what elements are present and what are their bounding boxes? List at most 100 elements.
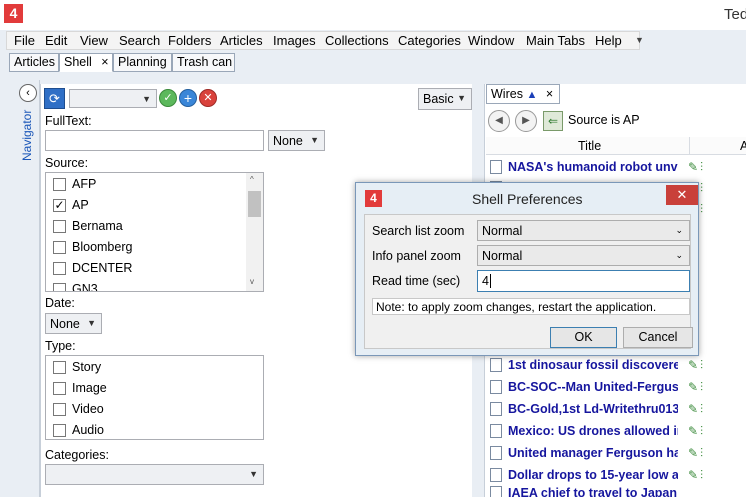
source-list[interactable]: AFP ✓ AP Bernama Bloomberg DCENTER GN3 ^ …: [45, 172, 264, 292]
tab-wires[interactable]: Wires ▲ ×: [486, 84, 560, 104]
table-row[interactable]: 1st dinosaur fossil discovered i ✎⫶: [490, 355, 746, 375]
checkbox[interactable]: [53, 219, 66, 233]
add-search-icon[interactable]: +: [179, 89, 197, 107]
table-row[interactable]: BC-SOC--Man United-Ferguso ✎⫶: [490, 377, 746, 397]
filter-arrow-icon[interactable]: ⇐: [543, 111, 563, 131]
sort-up-icon[interactable]: ▲: [526, 89, 537, 101]
wire-status-icon: ✎⫶: [688, 467, 706, 482]
column-extra[interactable]: A: [740, 139, 746, 153]
cancel-button[interactable]: Cancel: [623, 327, 693, 348]
wire-title: NASA's humanoid robot unveil: [508, 160, 678, 174]
source-scrollbar[interactable]: ^ v: [246, 173, 263, 291]
scroll-thumb[interactable]: [248, 191, 261, 217]
wires-toolbar: ◀ ▶ ⇐ Source is AP: [485, 108, 746, 134]
refresh-icon[interactable]: ⟳: [44, 88, 65, 109]
dialog-title: Shell Preferences: [472, 191, 583, 207]
document-icon: [490, 402, 502, 416]
scroll-up-icon[interactable]: ^: [250, 175, 254, 184]
menu-folders[interactable]: Folders: [168, 33, 211, 48]
navigator-label[interactable]: Navigator: [20, 110, 34, 170]
wires-filter-text: Source is AP: [568, 113, 640, 127]
navigator-label-text: Navigator: [20, 110, 34, 162]
list-item[interactable]: Bernama: [53, 217, 123, 235]
list-item[interactable]: Bloomberg: [53, 238, 132, 256]
list-item[interactable]: Image: [53, 379, 107, 397]
source-name: Bernama: [72, 219, 123, 233]
ok-button[interactable]: OK: [550, 327, 617, 348]
type-list[interactable]: Story Image Video Audio: [45, 355, 264, 440]
list-item[interactable]: ✓ AP: [53, 196, 89, 214]
table-row[interactable]: BC-Gold,1st Ld-Writethru0134 ✎⫶: [490, 399, 746, 419]
table-row[interactable]: Mexico: US drones allowed int ✎⫶: [490, 421, 746, 441]
menu-edit[interactable]: Edit: [45, 33, 67, 48]
checkbox[interactable]: [53, 402, 66, 416]
menu-search[interactable]: Search: [119, 33, 160, 48]
menu-window[interactable]: Window: [468, 33, 514, 48]
checkbox-checked[interactable]: ✓: [53, 198, 66, 212]
shell-preferences-dialog: 4 Shell Preferences ✕ Search list zoom N…: [355, 182, 699, 356]
apply-search-icon[interactable]: ✓: [159, 89, 177, 107]
saved-search-select[interactable]: ▼: [69, 89, 157, 108]
tab-planning-label: Planning: [118, 55, 167, 69]
tab-articles[interactable]: Articles: [9, 53, 59, 72]
list-item[interactable]: GN3: [53, 280, 98, 291]
column-divider[interactable]: [689, 137, 690, 155]
menu-collections[interactable]: Collections: [325, 33, 389, 48]
type-name: Story: [72, 360, 102, 374]
tab-planning[interactable]: Planning: [113, 53, 172, 72]
chevron-down-icon: ▼: [310, 135, 319, 145]
list-item[interactable]: AFP: [53, 175, 96, 193]
tab-wires-close-icon[interactable]: ×: [546, 87, 553, 101]
tab-articles-label: Articles: [14, 55, 55, 69]
menu-view[interactable]: View: [80, 33, 108, 48]
date-value: None: [50, 317, 80, 331]
table-row[interactable]: IAEA chief to travel to Japan: [490, 486, 746, 497]
menu-help[interactable]: Help: [595, 33, 622, 48]
list-item[interactable]: DCENTER: [53, 259, 132, 277]
list-item[interactable]: Audio: [53, 421, 104, 439]
chevron-down-icon: ⌄: [675, 225, 683, 235]
checkbox[interactable]: [53, 282, 66, 291]
info-panel-zoom-select[interactable]: Normal ⌄: [477, 245, 690, 266]
search-mode-select[interactable]: Basic ▼: [418, 88, 472, 110]
fulltext-input[interactable]: [45, 130, 264, 151]
categories-select[interactable]: ▼: [45, 464, 264, 485]
date-select[interactable]: None ▼: [45, 313, 102, 334]
read-time-input[interactable]: 4: [477, 270, 690, 292]
menu-images[interactable]: Images: [273, 33, 316, 48]
tab-shell[interactable]: Shell ×: [59, 53, 113, 72]
delete-search-icon[interactable]: ✕: [199, 89, 217, 107]
checkbox[interactable]: [53, 360, 66, 374]
column-title[interactable]: Title: [578, 139, 601, 153]
read-time-label: Read time (sec): [372, 274, 461, 288]
scroll-down-icon[interactable]: v: [250, 277, 254, 286]
navigator-toggle-button[interactable]: ‹: [19, 84, 37, 102]
menu-file[interactable]: File: [14, 33, 35, 48]
search-list-zoom-select[interactable]: Normal ⌄: [477, 220, 690, 241]
tab-shell-close-icon[interactable]: ×: [101, 55, 108, 69]
checkbox[interactable]: [53, 423, 66, 437]
table-row[interactable]: NASA's humanoid robot unveil ✎⫶: [490, 157, 746, 177]
source-name: DCENTER: [72, 261, 133, 275]
fulltext-option-select[interactable]: None ▼: [268, 130, 325, 151]
wire-status-icon: ✎⫶: [688, 445, 706, 460]
forward-icon[interactable]: ▶: [515, 110, 537, 132]
checkbox[interactable]: [53, 177, 66, 191]
table-row[interactable]: United manager Ferguson hand ✎⫶: [490, 443, 746, 463]
menu-categories[interactable]: Categories: [398, 33, 461, 48]
checkbox[interactable]: [53, 381, 66, 395]
close-icon[interactable]: ✕: [666, 185, 698, 205]
dialog-logo: 4: [365, 190, 382, 207]
menu-overflow-icon[interactable]: ▼: [635, 35, 644, 45]
list-item[interactable]: Story: [53, 358, 101, 376]
info-panel-zoom-value: Normal: [482, 249, 523, 263]
checkbox[interactable]: [53, 261, 66, 275]
list-item[interactable]: Video: [53, 400, 104, 418]
checkbox[interactable]: [53, 240, 66, 254]
tab-trash-can[interactable]: Trash can: [172, 53, 235, 72]
menu-main-tabs[interactable]: Main Tabs: [526, 33, 585, 48]
back-icon[interactable]: ◀: [488, 110, 510, 132]
menu-articles[interactable]: Articles: [220, 33, 263, 48]
type-name: Video: [72, 402, 104, 416]
table-row[interactable]: Dollar drops to 15-year low ag ✎⫶: [490, 465, 746, 485]
